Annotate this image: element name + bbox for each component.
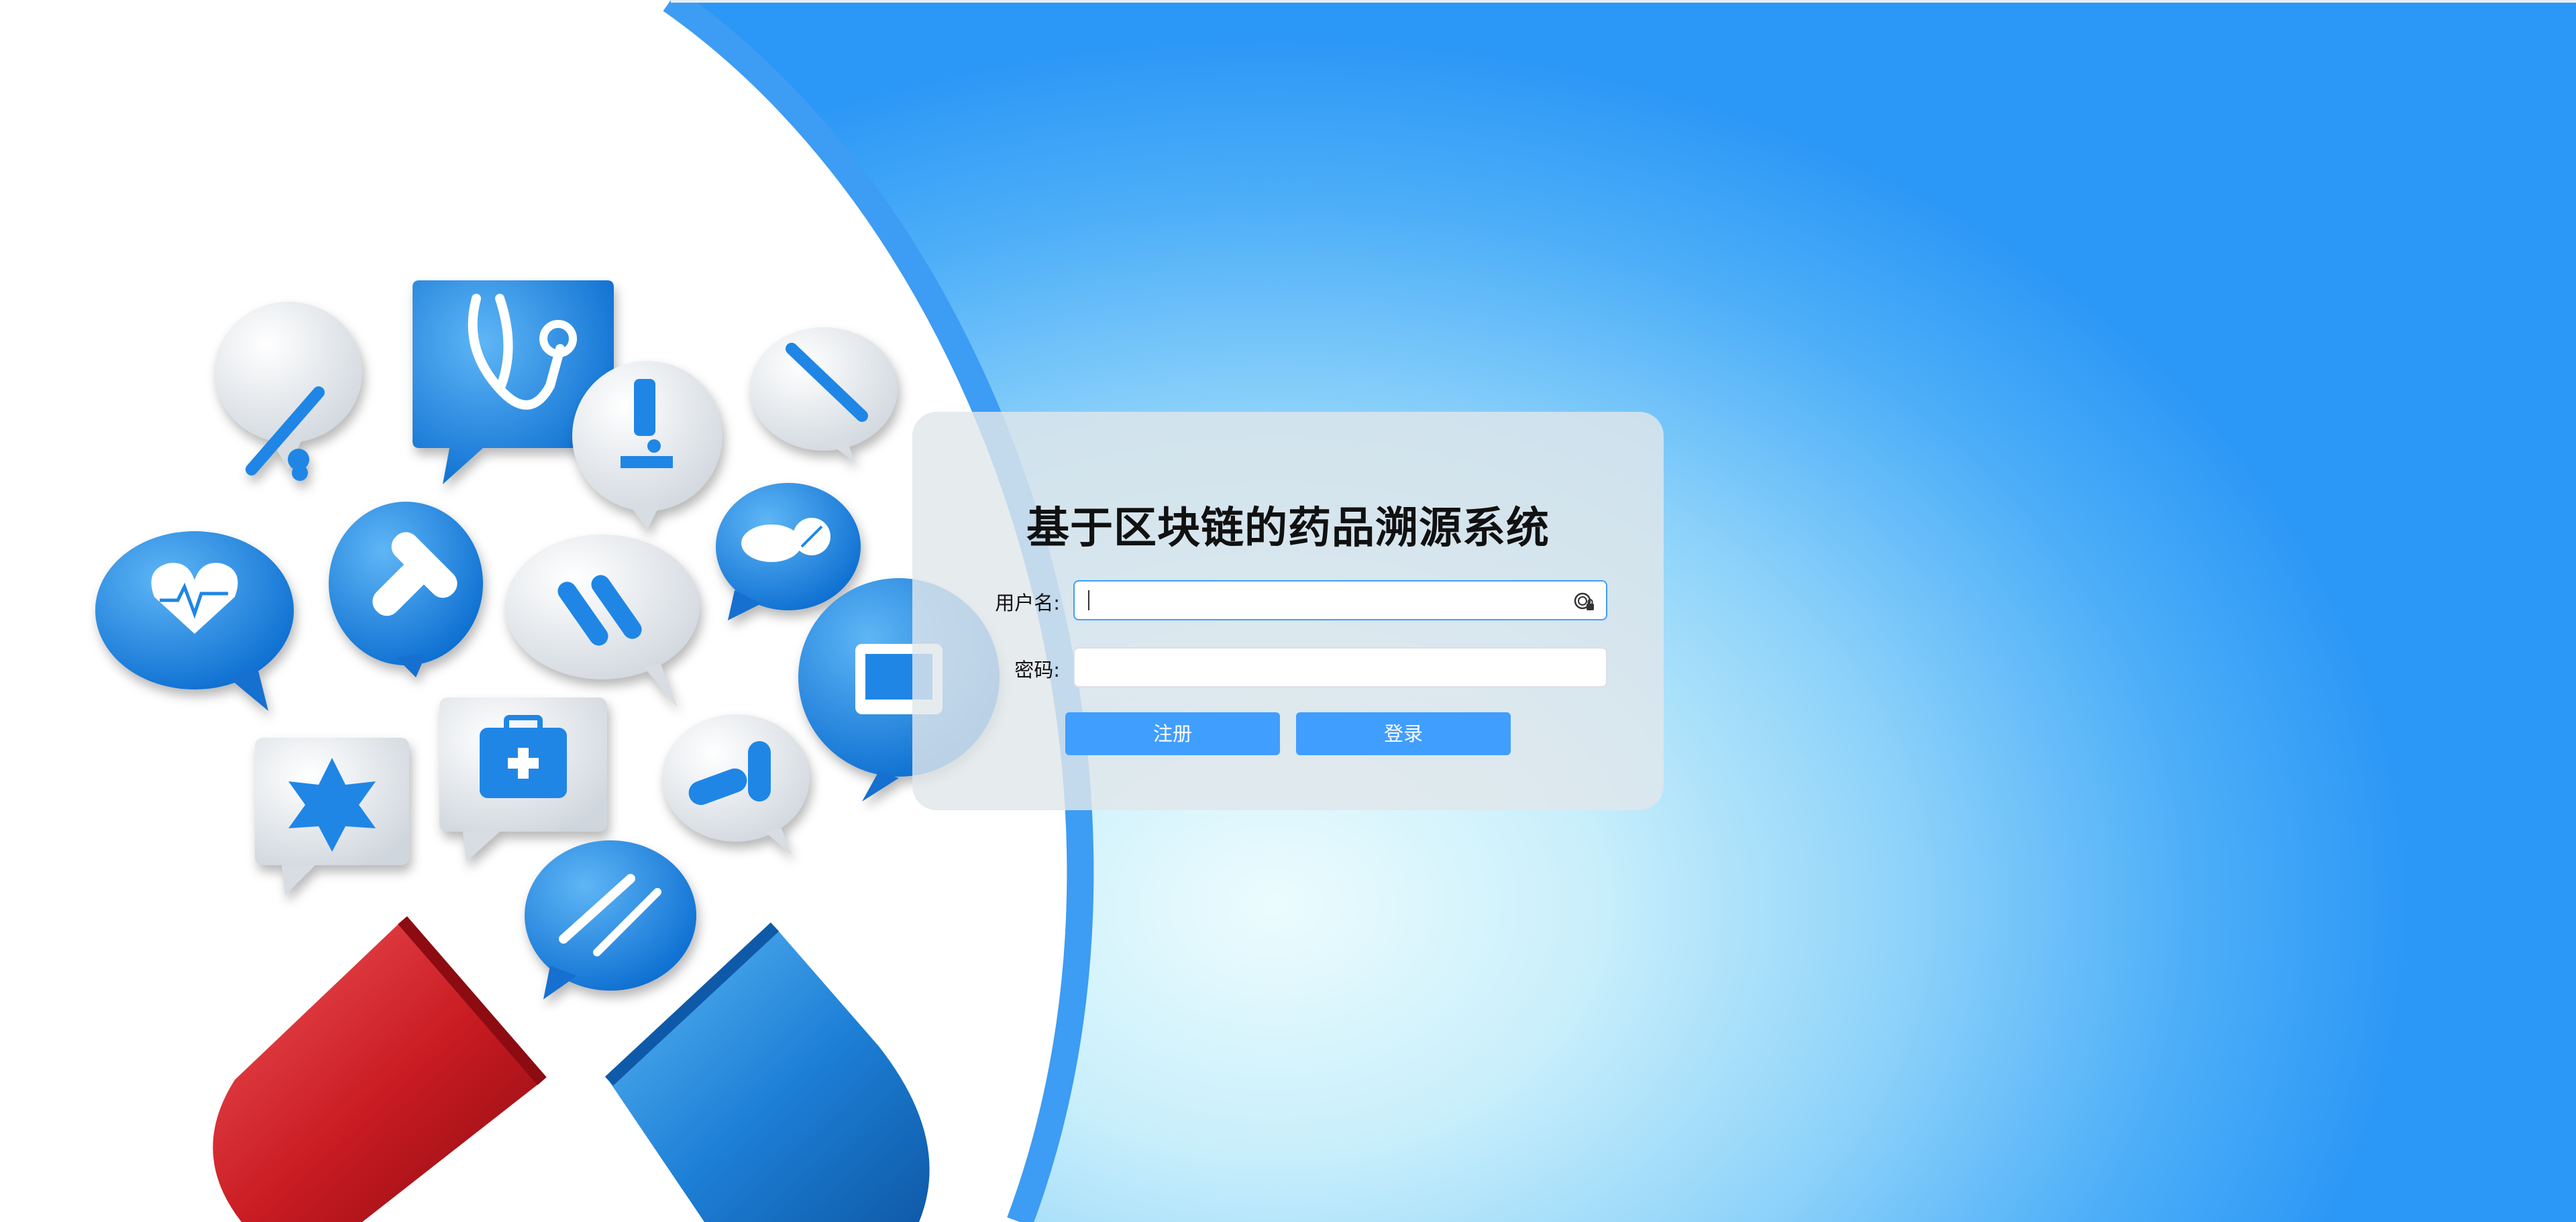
login-panel: 基于区块链的药品溯源系统 用户名: 密码: 注册 登录 <box>912 412 1664 810</box>
username-label: 用户名: <box>995 592 1060 614</box>
login-title: 基于区块链的药品溯源系统 <box>1026 504 1550 553</box>
login-button[interactable]: 登录 <box>1296 712 1511 755</box>
login-page: 基于区块链的药品溯源系统 用户名: 密码: 注册 登录 <box>0 0 2576 1222</box>
password-manager-icon[interactable] <box>1572 590 1597 614</box>
password-label: 密码: <box>1014 659 1060 681</box>
register-button[interactable]: 注册 <box>1065 712 1280 755</box>
username-field[interactable] <box>1073 580 1607 620</box>
password-field[interactable] <box>1073 647 1607 687</box>
username-input[interactable] <box>1085 581 1558 620</box>
password-input[interactable] <box>1085 649 1558 687</box>
text-caret <box>1088 590 1089 610</box>
